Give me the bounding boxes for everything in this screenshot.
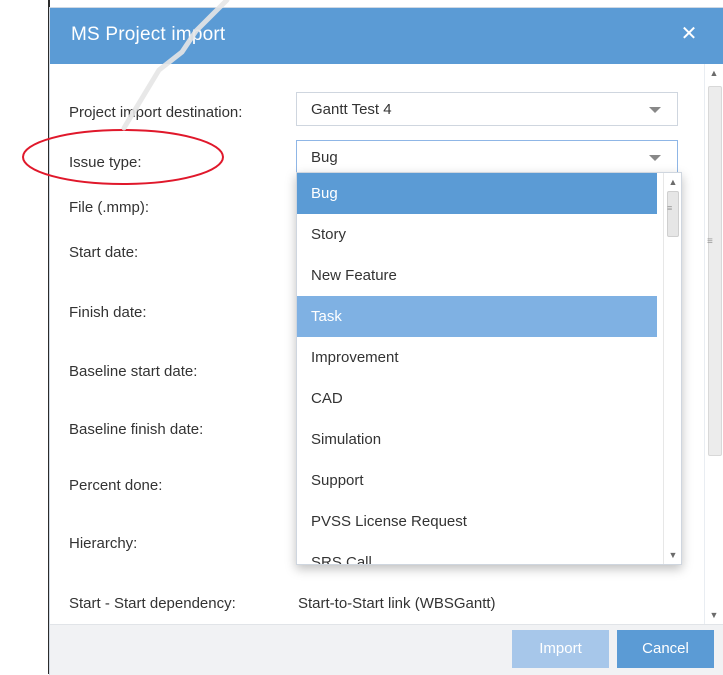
dropdown-scroll-thumb[interactable] [667, 191, 679, 237]
start-start-value: Start-to-Start link (WBSGantt) [298, 595, 496, 612]
dropdown-option[interactable]: Task [297, 296, 657, 337]
label-start-start: Start - Start dependency: [69, 595, 236, 612]
issue-type-select[interactable]: Bug [296, 140, 678, 174]
dropdown-options: Bug Story New Feature Task Improvement CAD Sim… [297, 173, 681, 564]
chevron-down-icon [649, 107, 661, 113]
import-dialog: MS Project import ✕ Project import desti… [50, 8, 723, 675]
dropdown-option[interactable]: PVSS License Request [297, 501, 657, 542]
scroll-down-icon[interactable]: ▼ [664, 548, 681, 562]
chevron-down-icon [649, 155, 661, 161]
cancel-button[interactable]: Cancel [617, 630, 714, 668]
grip-icon: ≡ [667, 203, 673, 213]
label-finish-date: Finish date: [69, 304, 147, 321]
dropdown-option[interactable]: Simulation [297, 419, 657, 460]
label-start-date: Start date: [69, 244, 139, 261]
label-destination: Project import destination: [69, 104, 243, 121]
label-percent-done: Percent done: [69, 477, 163, 494]
label-baseline-start: Baseline start date: [69, 363, 198, 380]
dropdown-option[interactable]: Story [297, 214, 657, 255]
dialog-scrollbar[interactable]: ▲ ≡ ▼ [704, 64, 723, 624]
label-issue-type: Issue type: [69, 154, 142, 171]
dropdown-option[interactable]: Improvement [297, 337, 657, 378]
dialog-footer: Import Cancel [50, 624, 723, 675]
dropdown-option[interactable]: Bug [297, 173, 657, 214]
dialog-body: Project import destination: Gantt Test 4… [50, 64, 705, 624]
dropdown-option[interactable]: New Feature [297, 255, 657, 296]
label-file: File (.mmp): [69, 199, 149, 216]
scroll-up-icon[interactable]: ▲ [664, 175, 681, 189]
issue-type-value: Bug [311, 149, 338, 166]
label-baseline-finish: Baseline finish date: [69, 421, 204, 438]
dialog-header: MS Project import ✕ [50, 8, 723, 64]
dialog-title: MS Project import [71, 24, 226, 45]
label-hierarchy: Hierarchy: [69, 535, 138, 552]
scroll-up-icon[interactable]: ▲ [705, 66, 723, 80]
grip-icon: ≡ [707, 236, 713, 247]
close-icon[interactable]: ✕ [677, 22, 701, 46]
dialog-scroll-thumb[interactable] [708, 86, 722, 456]
dropdown-scrollbar[interactable]: ▲ ≡ ▼ [663, 173, 681, 564]
import-button[interactable]: Import [512, 630, 609, 668]
issue-type-dropdown[interactable]: Bug Story New Feature Task Improvement CAD Sim… [296, 172, 682, 565]
destination-select[interactable]: Gantt Test 4 [296, 92, 678, 126]
dropdown-option[interactable]: CAD [297, 378, 657, 419]
dropdown-option[interactable]: SRS Call [297, 542, 657, 564]
dropdown-option[interactable]: Support [297, 460, 657, 501]
scroll-down-icon[interactable]: ▼ [705, 608, 723, 622]
destination-value: Gantt Test 4 [311, 101, 392, 118]
